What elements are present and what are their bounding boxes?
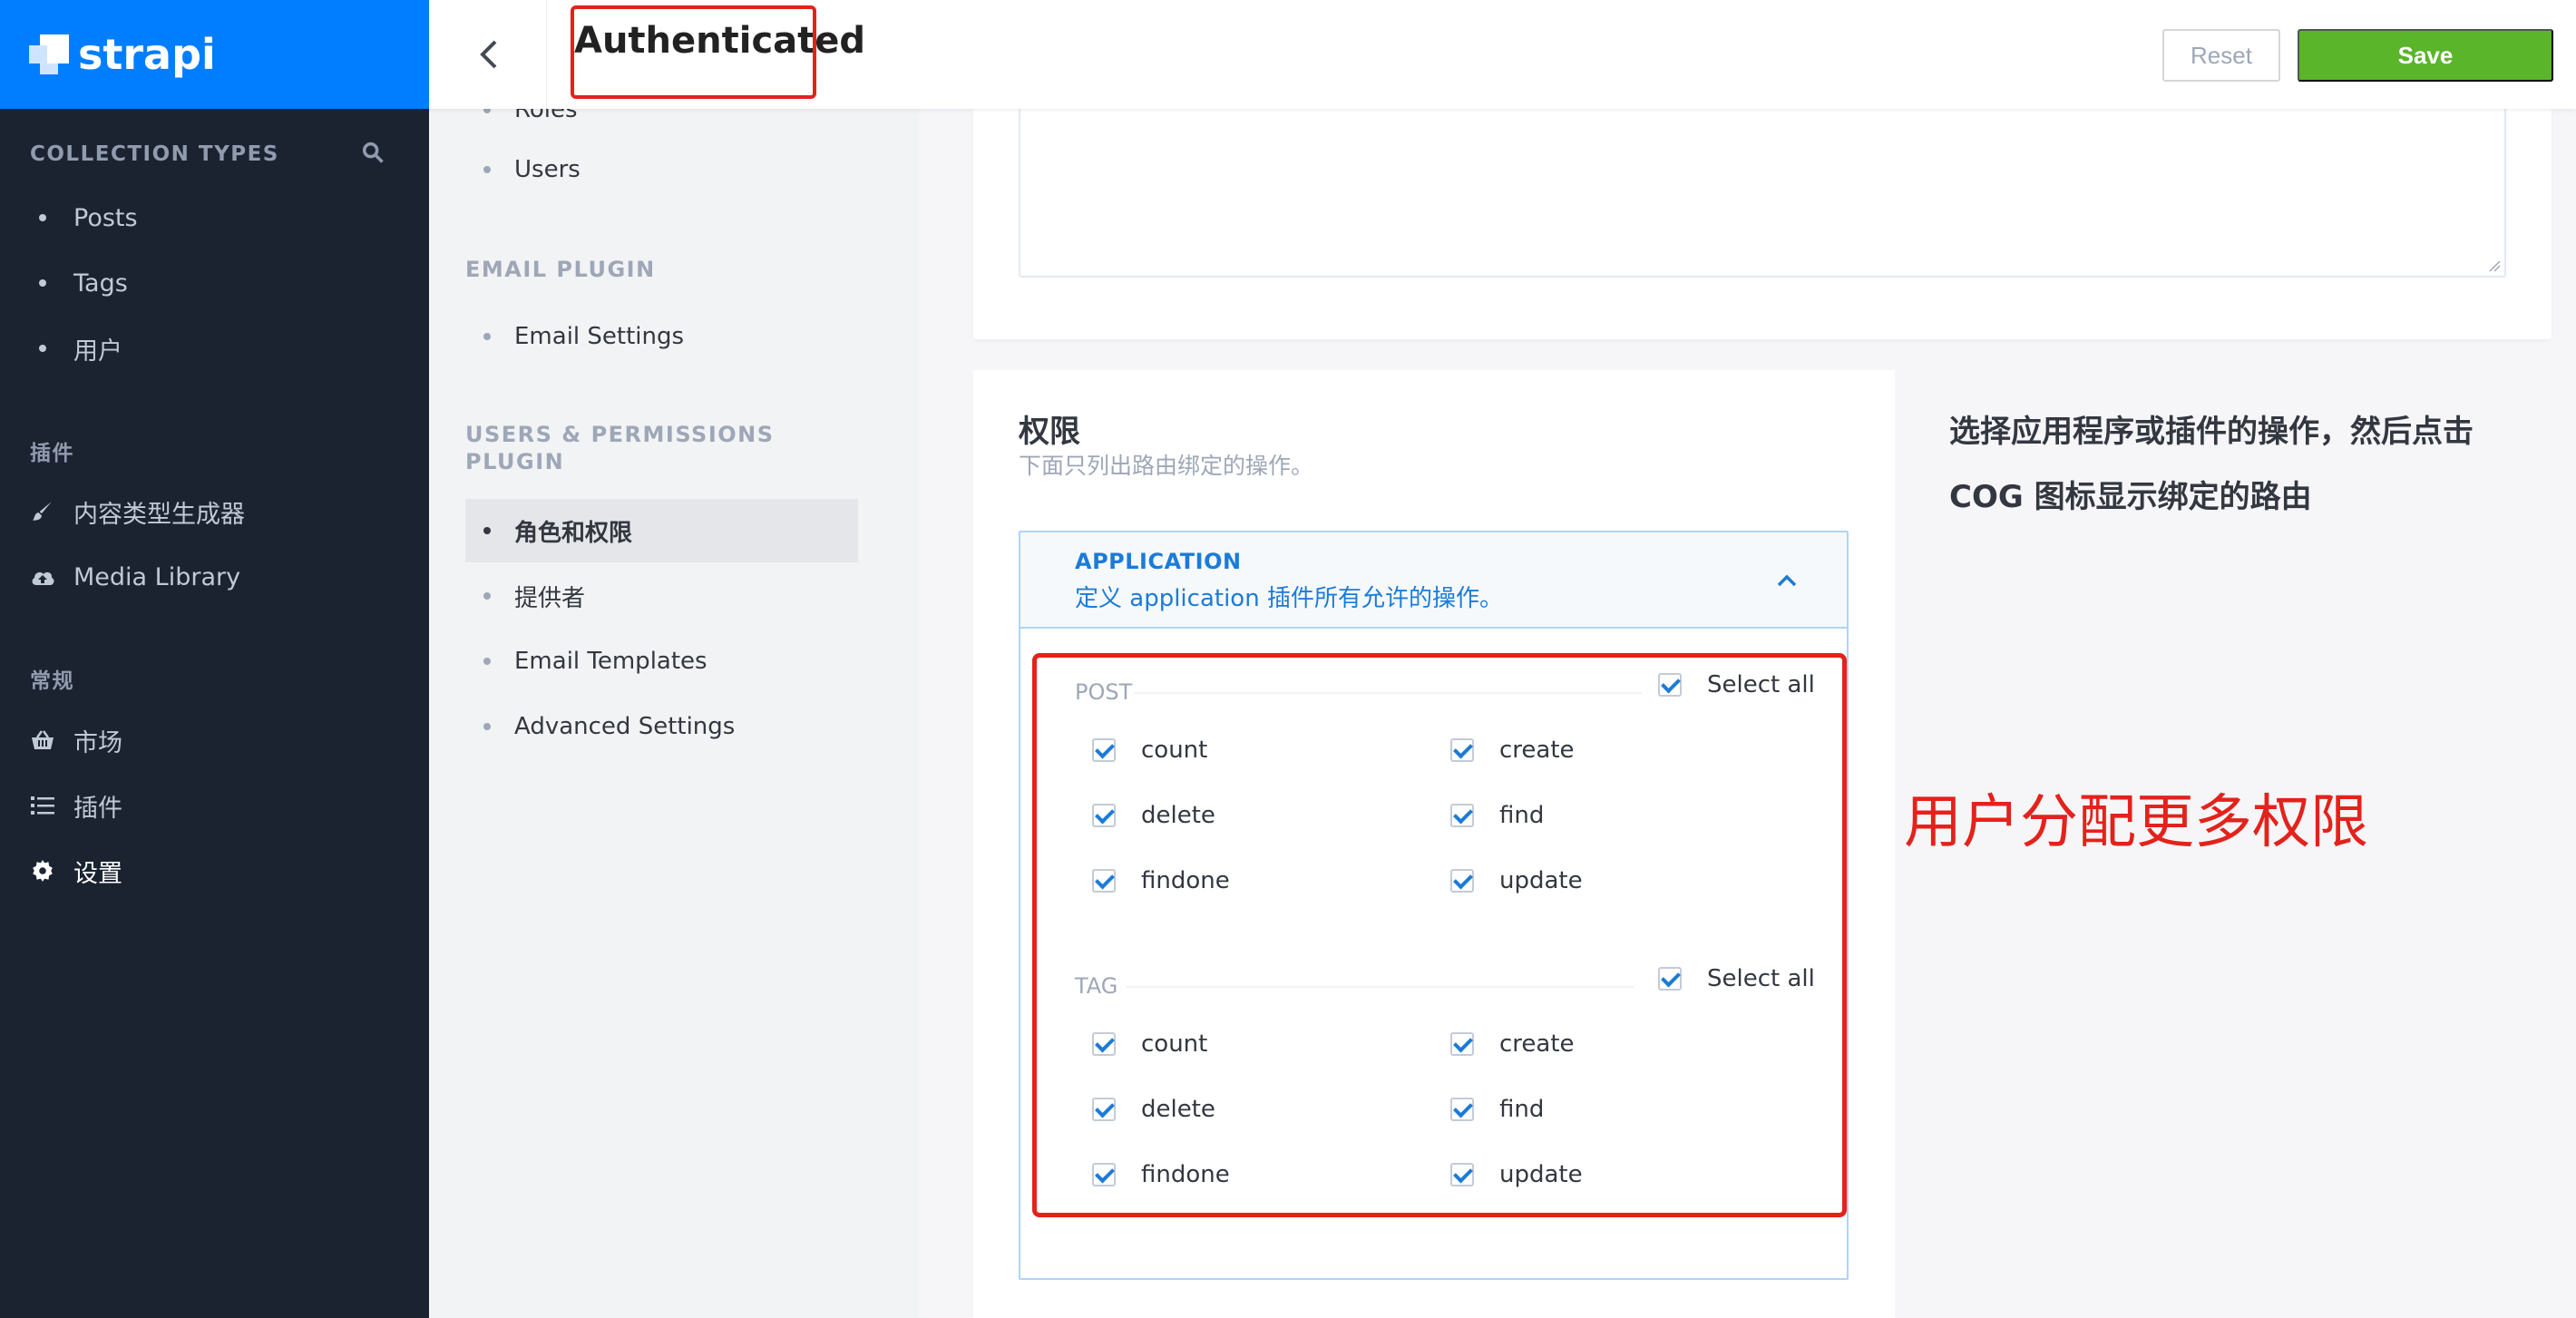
resize-grip-icon[interactable] (2488, 259, 2501, 272)
bullet-icon (483, 333, 491, 340)
heading-line: USERS & PERMISSIONS (465, 422, 775, 447)
nav-item-label: Tags (73, 268, 128, 298)
subnav-item-label: 提供者 (514, 584, 586, 612)
subnav-item-label: Users (514, 156, 581, 183)
nav-item-label: 设置 (73, 859, 122, 888)
chevron-up-icon[interactable] (1773, 567, 1800, 594)
application-description: 定义 application 插件所有允许的操作。 (1075, 585, 1503, 612)
nav-item-plugins[interactable]: 插件 (30, 787, 122, 824)
nav-item-users[interactable]: 用户 (30, 330, 122, 366)
subnav-item-users[interactable]: Users (465, 138, 858, 201)
plugins-heading: 插件 (30, 442, 74, 465)
nav-item-label: Posts (73, 203, 138, 232)
basket-icon (30, 727, 55, 753)
cloud-upload-icon (30, 564, 55, 590)
role-details-card (973, 109, 2552, 339)
save-button[interactable]: Save (2298, 29, 2553, 82)
paintbrush-icon (30, 499, 55, 524)
permissions-subtitle: 下面只列出路由绑定的操作。 (1019, 453, 1314, 479)
subnav-item-label: 角色和权限 (514, 519, 633, 547)
bullet-icon (39, 214, 46, 221)
subnav-item-label: Email Templates (514, 648, 707, 675)
subnav-item-email-templates[interactable]: Email Templates (465, 630, 858, 693)
brand-name: strapi (78, 30, 216, 79)
users-permissions-heading: USERS & PERMISSIONS PLUGIN (465, 421, 775, 475)
nav-item-settings[interactable]: 设置 (30, 853, 122, 889)
nav-item-label: 内容类型生成器 (73, 500, 245, 529)
bullet-icon (483, 527, 491, 534)
subnav-item-email-settings[interactable]: Email Settings (465, 305, 858, 368)
nav-item-marketplace[interactable]: 市场 (30, 722, 122, 758)
nav-item-tags[interactable]: Tags (30, 265, 128, 301)
collection-types-heading: COLLECTION TYPES (30, 142, 279, 166)
bullet-icon (483, 658, 491, 665)
email-plugin-heading: EMAIL PLUGIN (465, 257, 656, 282)
annotation-text: 用户分配更多权限 (1904, 789, 2368, 856)
nav-item-label: 插件 (73, 794, 122, 823)
strapi-logo-icon (29, 34, 69, 74)
nav-item-label: 市场 (73, 728, 122, 757)
nav-item-media-library[interactable]: Media Library (30, 559, 240, 595)
permissions-help-text: 选择应用程序或插件的操作，然后点击 COG 图标显示绑定的路由 (1949, 414, 2474, 515)
settings-subnav: Roles Users EMAIL PLUGIN Email Settings … (429, 96, 919, 1318)
permissions-title: 权限 (1019, 414, 1080, 450)
bullet-icon (39, 279, 46, 287)
bullet-icon (483, 592, 491, 600)
nav-item-label: 用户 (73, 337, 122, 366)
description-textarea[interactable] (1019, 109, 2506, 278)
nav-item-posts[interactable]: Posts (30, 200, 138, 236)
gear-icon (30, 858, 55, 884)
bullet-icon (483, 166, 491, 173)
page-header: Authenticated Reset Save (429, 0, 2576, 109)
subnav-item-providers[interactable]: 提供者 (465, 564, 858, 628)
list-icon (30, 793, 55, 818)
brand-logo[interactable]: strapi (0, 0, 429, 109)
nav-item-label: Media Library (73, 562, 241, 591)
search-icon[interactable] (360, 140, 385, 165)
general-heading: 常规 (30, 669, 74, 693)
application-accordion-header[interactable]: APPLICATION 定义 application 插件所有允许的操作。 (1020, 532, 1847, 629)
nav-item-content-type-builder[interactable]: 内容类型生成器 (30, 493, 245, 530)
bullet-icon (39, 345, 46, 352)
chevron-left-icon (479, 40, 496, 69)
title-highlight-box (571, 5, 816, 99)
application-title: APPLICATION (1075, 549, 1242, 574)
heading-line: PLUGIN (465, 449, 565, 474)
back-button[interactable] (429, 0, 547, 109)
subnav-item-label: Advanced Settings (514, 713, 736, 740)
main-sidebar: strapi COLLECTION TYPES Posts Tags 用户 插件… (0, 0, 429, 1318)
subnav-item-advanced-settings[interactable]: Advanced Settings (465, 695, 858, 758)
subnav-item-roles-permissions[interactable]: 角色和权限 (465, 499, 858, 562)
reset-button[interactable]: Reset (2162, 29, 2280, 82)
permissions-highlight-box (1032, 653, 1847, 1217)
bullet-icon (483, 723, 491, 730)
subnav-item-label: Email Settings (514, 323, 685, 350)
